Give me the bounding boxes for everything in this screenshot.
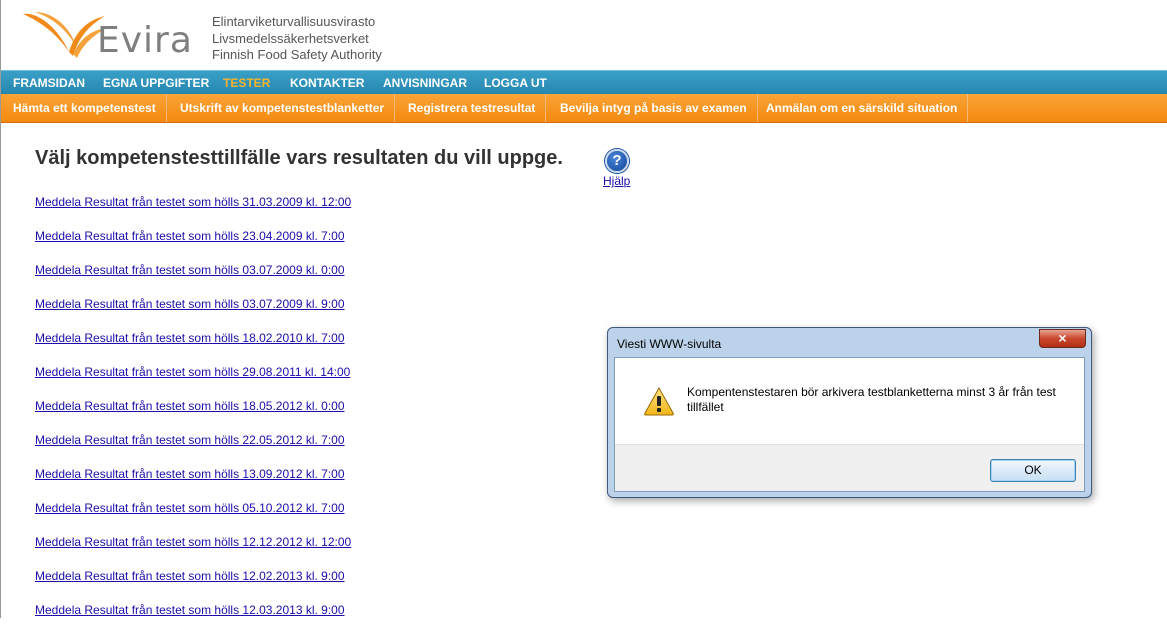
question-mark-icon[interactable]: ?: [605, 149, 629, 173]
dialog-title: Viesti WWW-sivulta: [617, 337, 722, 351]
logo-text: Evira: [97, 20, 193, 61]
nav-framsidan[interactable]: FRAMSIDAN: [13, 76, 85, 90]
test-session-link[interactable]: Meddela Resultat från testet som hölls 1…: [35, 568, 351, 602]
ok-button[interactable]: OK: [990, 459, 1076, 482]
test-session-link[interactable]: Meddela Resultat från testet som hölls 2…: [35, 228, 351, 262]
test-session-link[interactable]: Meddela Resultat från testet som hölls 2…: [35, 364, 351, 398]
test-session-link[interactable]: Meddela Resultat från testet som hölls 2…: [35, 432, 351, 466]
nav-anvisningar[interactable]: ANVISNINGAR: [383, 76, 467, 90]
dialog-content: Kompentenstestaren bör arkivera testblan…: [615, 358, 1084, 444]
nav-kontakter[interactable]: KONTAKTER: [290, 76, 364, 90]
test-session-link[interactable]: Meddela Resultat från testet som hölls 0…: [35, 500, 351, 534]
dialog-message: Kompentenstestaren bör arkivera testblan…: [687, 385, 1056, 414]
nav-egna-uppgifter[interactable]: EGNA UPPGIFTER: [103, 76, 209, 90]
test-session-link[interactable]: Meddela Resultat från testet som hölls 1…: [35, 534, 351, 568]
subnav-anmalan-situation[interactable]: Anmälan om en särskild situation: [754, 94, 969, 122]
test-session-link[interactable]: Meddela Resultat från testet som hölls 1…: [35, 602, 351, 636]
subnav-registrera-testresultat[interactable]: Registrera testresultat: [396, 94, 547, 122]
test-session-link[interactable]: Meddela Resultat från testet som hölls 1…: [35, 466, 351, 500]
close-button[interactable]: ×: [1039, 329, 1086, 348]
nav-logga-ut[interactable]: LOGGA UT: [484, 76, 547, 90]
agency-name-sv: Livsmedelssäkerhetsverket: [212, 30, 369, 46]
agency-name-fi: Elintarviketurvallisuusvirasto: [212, 14, 376, 29]
agency-names: Elintarviketurvallisuusvirasto Livsmedel…: [212, 14, 382, 64]
dialog-footer: OK: [615, 444, 1084, 491]
subnav-bevilja-intyg[interactable]: Bevilja intyg på basis av examen: [548, 94, 758, 122]
help-link[interactable]: Hjälp: [603, 174, 630, 188]
test-session-link[interactable]: Meddela Resultat från testet som hölls 0…: [35, 262, 351, 296]
test-session-link[interactable]: Meddela Resultat från testet som hölls 0…: [35, 296, 351, 330]
test-session-list: Meddela Resultat från testet som hölls 3…: [35, 194, 351, 636]
site-header: Evira Elintarviketurvallisuusvirasto Liv…: [1, 0, 1167, 70]
dialog-body: Kompentenstestaren bör arkivera testblan…: [614, 357, 1085, 492]
test-session-link[interactable]: Meddela Resultat från testet som hölls 1…: [35, 398, 351, 432]
test-session-link[interactable]: Meddela Resultat från testet som hölls 1…: [35, 330, 351, 364]
top-navigation: FRAMSIDAN EGNA UPPGIFTER TESTER KONTAKTE…: [1, 70, 1167, 94]
page-title: Välj kompetenstesttillfälle vars resulta…: [35, 147, 563, 169]
alert-dialog: Viesti WWW-sivulta × Kompentenstestaren …: [607, 327, 1092, 498]
nav-tester[interactable]: TESTER: [223, 76, 270, 90]
warning-icon: [644, 386, 674, 416]
test-session-link[interactable]: Meddela Resultat från testet som hölls 3…: [35, 194, 351, 228]
subnav-hamta-kompetenstest[interactable]: Hämta ett kompetenstest: [1, 94, 167, 122]
sub-navigation: Hämta ett kompetenstest Utskrift av komp…: [1, 94, 1167, 123]
subnav-utskrift-blanketter[interactable]: Utskrift av kompetenstestblanketter: [168, 94, 396, 122]
agency-name-en: Finnish Food Safety Authority: [212, 47, 382, 62]
